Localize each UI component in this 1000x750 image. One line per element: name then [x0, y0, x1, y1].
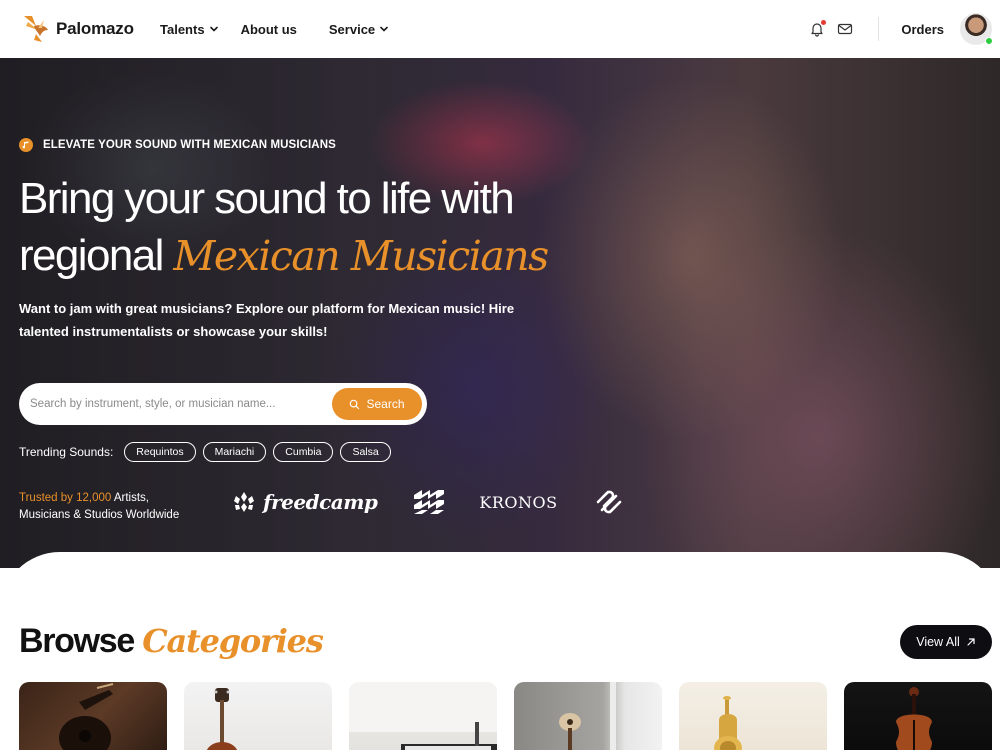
view-all-label: View All [916, 635, 960, 649]
trumpet-image [714, 696, 742, 750]
trending-label: Trending Sounds: [19, 445, 114, 459]
trending-chip-mariachi[interactable]: Mariachi [202, 442, 267, 462]
nav-about-label: About us [240, 21, 297, 37]
hero-eyebrow: ELEVATE YOUR SOUND WITH MEXICAN MUSICIAN… [19, 138, 336, 152]
brand[interactable]: Palomazo [22, 12, 134, 46]
nav-actions: Orders [806, 0, 993, 58]
category-card-trumpet[interactable] [679, 682, 827, 750]
headline-line2-accent: Mexican Musicians [173, 232, 549, 280]
bass-image [206, 688, 238, 750]
orders-link[interactable]: Orders [901, 22, 944, 37]
search-icon [350, 399, 360, 409]
hero-headline: Bring your sound to life with regional M… [19, 170, 579, 285]
hero-section: ELEVATE YOUR SOUND WITH MEXICAN MUSICIAN… [0, 58, 1000, 568]
nav-service-label: Service [328, 21, 376, 37]
hero-subtext: Want to jam with great musicians? Explor… [19, 301, 515, 339]
browse-title-plain: Browse [19, 622, 135, 660]
category-card-violin[interactable] [844, 682, 992, 750]
nav-service[interactable]: Service [329, 22, 389, 37]
search-button-label: Search [366, 397, 405, 411]
mail-icon [838, 23, 853, 35]
partner-logos: freedcamp KRONOS [231, 488, 624, 516]
zigzag-logo-icon [414, 490, 445, 514]
hero-eyebrow-text: ELEVATE YOUR SOUND WITH MEXICAN MUSICIAN… [43, 139, 336, 151]
arrow-up-right-icon [967, 638, 975, 646]
ukulele-image [559, 682, 616, 750]
messages-button[interactable] [834, 18, 856, 40]
category-card-guitar[interactable] [19, 682, 167, 750]
headline-line2-plain: regional [19, 231, 164, 280]
trust-count: Trusted by 12,000 [19, 492, 112, 504]
music-note-icon [19, 138, 33, 152]
trust-line2: Musicians & Studios Worldwide [19, 509, 180, 521]
freedcamp-mark-icon [234, 492, 254, 512]
top-navbar: Palomazo Talents About us Service Orders [0, 0, 1000, 58]
notifications-button[interactable] [806, 18, 828, 40]
guitar-image [59, 683, 114, 750]
trending-chip-requintos[interactable]: Requintos [124, 442, 196, 462]
bird-logo-icon [24, 16, 48, 42]
trust-statement: Trusted by 12,000 Artists, Musicians & S… [19, 490, 179, 524]
avatar[interactable] [960, 13, 993, 45]
kronos-logo: KRONOS [479, 492, 558, 512]
category-card-ukulele[interactable] [514, 682, 662, 750]
nav-about[interactable]: About us [241, 22, 297, 37]
category-card-keys[interactable] [349, 682, 497, 750]
search-input[interactable] [30, 398, 320, 410]
keys-image [349, 682, 497, 750]
category-cards [19, 682, 992, 750]
view-all-button[interactable]: View All [900, 625, 992, 659]
browse-categories-title: Browse Categories [19, 622, 324, 661]
headline-line1: Bring your sound to life with [19, 174, 515, 223]
violin-image [896, 687, 932, 750]
freedcamp-logo: freedcamp [231, 490, 378, 514]
search-bar: Search [19, 383, 427, 425]
main-nav: Talents About us Service [160, 0, 389, 58]
search-button[interactable]: Search [332, 388, 422, 420]
browse-title-accent: Categories [142, 622, 324, 660]
brand-name: Palomazo [56, 19, 134, 38]
chevron-down-icon [380, 26, 388, 32]
trending-sounds: Trending Sounds: Requintos Mariachi Cumb… [19, 442, 391, 462]
nav-divider [878, 17, 880, 41]
trust-suffix: Artists, [113, 492, 149, 504]
nav-talents-label: Talents [160, 21, 205, 37]
trending-chip-salsa[interactable]: Salsa [340, 442, 391, 462]
notification-dot [821, 20, 827, 25]
category-card-bass[interactable] [184, 682, 332, 750]
freedcamp-wordmark: freedcamp [263, 490, 378, 514]
squarespace-logo-icon [596, 490, 621, 514]
chevron-down-icon [209, 26, 218, 32]
online-indicator [985, 37, 993, 45]
trending-chip-cumbia[interactable]: Cumbia [273, 442, 334, 462]
nav-talents[interactable]: Talents [160, 22, 219, 37]
